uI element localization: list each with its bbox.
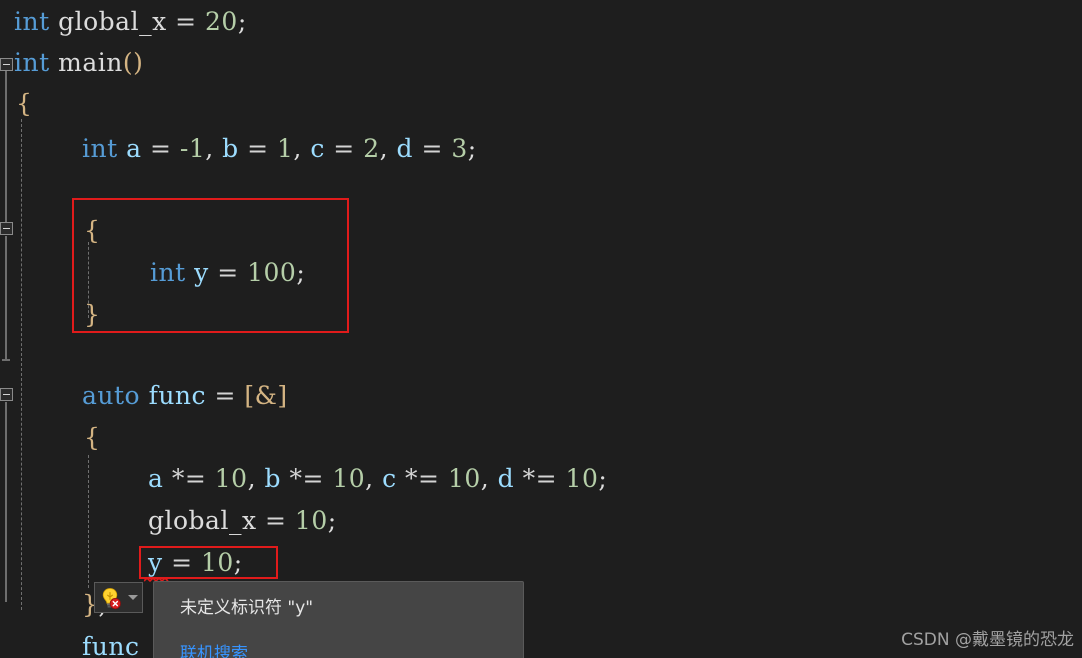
token-keyword: int	[150, 258, 186, 287]
token-lambda-capture: [&]	[244, 381, 288, 410]
tooltip-message: 未定义标识符 "y"	[180, 598, 314, 618]
token-number: 10	[565, 464, 599, 493]
token-number: 100	[247, 258, 297, 287]
token-operator: =	[265, 506, 287, 535]
code-line-8[interactable]: }	[84, 294, 100, 335]
token-var-d: d	[396, 134, 414, 163]
token-number: 10	[200, 548, 234, 577]
token-keyword: int	[14, 7, 50, 36]
token-keyword: int	[14, 48, 50, 77]
code-line-12[interactable]: a *= 10, b *= 10, c *= 10, d *= 10;	[148, 458, 607, 499]
token-keyword: int	[82, 134, 118, 163]
code-line-16[interactable]: func	[82, 626, 139, 658]
token-number: 10	[332, 464, 366, 493]
token-comma: ,	[205, 134, 214, 163]
token-operator: *=	[522, 464, 558, 493]
token-identifier: global_x	[58, 7, 167, 36]
token-var-d: d	[497, 464, 515, 493]
token-identifier-func: func	[148, 381, 207, 410]
lightbulb-error-icon	[98, 586, 122, 610]
token-operator: *=	[289, 464, 324, 493]
token-identifier-func: func	[82, 632, 140, 658]
code-line-3[interactable]: {	[16, 83, 32, 124]
token-number: 10	[214, 464, 248, 493]
token-operator: *=	[405, 464, 440, 493]
token-comma: ,	[365, 464, 374, 493]
token-number: 1	[277, 134, 294, 163]
token-open-brace: {	[84, 423, 101, 452]
token-var-b: b	[264, 464, 281, 493]
token-semicolon: ;	[237, 7, 247, 36]
token-operator: =	[421, 134, 443, 163]
token-number: 20	[205, 7, 238, 36]
token-comma: ,	[379, 134, 389, 163]
fold-rail-main	[5, 71, 7, 223]
indent-guide-level-2b	[88, 455, 89, 588]
code-line-6[interactable]: {	[84, 210, 100, 251]
diagnostic-tooltip: 未定义标识符 "y" 联机搜索	[153, 581, 524, 658]
token-var-b: b	[222, 134, 239, 163]
token-parens: ()	[122, 48, 144, 77]
code-line-10[interactable]: auto func = [&]	[82, 375, 288, 416]
token-operator: =	[175, 7, 197, 36]
code-line-1[interactable]: int global_x = 20;	[14, 1, 247, 42]
token-comma: ,	[293, 134, 302, 163]
token-open-brace: {	[16, 89, 33, 118]
token-close-brace: }	[84, 300, 101, 329]
fold-toggle-lambda[interactable]	[0, 388, 13, 401]
token-semicolon: ;	[327, 506, 337, 535]
fold-end-tick-block	[2, 359, 10, 361]
fold-rail-block	[5, 236, 7, 360]
token-operator: =	[149, 134, 172, 163]
tooltip-search-online-link[interactable]: 联机搜索	[180, 642, 503, 658]
code-line-13[interactable]: global_x = 10;	[148, 500, 337, 541]
token-function-name: main	[58, 48, 123, 77]
token-operator: =	[247, 134, 269, 163]
token-semicolon: ;	[296, 258, 306, 287]
code-line-11[interactable]: {	[84, 417, 100, 458]
token-number: -1	[179, 134, 206, 163]
token-comma: ,	[247, 464, 257, 493]
token-operator: =	[214, 381, 236, 410]
token-number: 10	[294, 506, 328, 535]
token-var-y-error: y	[148, 548, 163, 577]
token-var-c: c	[310, 134, 325, 163]
token-operator: =	[171, 548, 193, 577]
token-number: 3	[451, 134, 468, 163]
chevron-down-icon[interactable]	[128, 595, 138, 600]
fold-toggle-main[interactable]	[0, 58, 13, 71]
code-line-2[interactable]: int main()	[14, 42, 143, 83]
token-keyword-auto: auto	[82, 381, 141, 410]
token-var-a: a	[126, 134, 142, 163]
token-operator: =	[217, 258, 239, 287]
indent-guide-level-1	[21, 119, 22, 610]
fold-toggle-block[interactable]	[0, 222, 13, 235]
token-identifier-global-x: global_x	[148, 506, 257, 535]
token-var-c: c	[382, 464, 397, 493]
code-line-7[interactable]: int y = 100;	[150, 252, 305, 293]
token-operator: *=	[171, 464, 207, 493]
token-semicolon: ;	[233, 548, 243, 577]
csdn-watermark: CSDN @戴墨镜的恐龙	[901, 630, 1074, 650]
code-line-4[interactable]: int a = -1, b = 1, c = 2, d = 3;	[82, 128, 477, 169]
token-var-a: a	[148, 464, 164, 493]
token-number: 2	[363, 134, 380, 163]
token-open-brace: {	[84, 216, 101, 245]
token-number: 10	[447, 464, 481, 493]
token-var-y: y	[194, 258, 209, 287]
token-comma: ,	[480, 464, 490, 493]
token-semicolon: ;	[467, 134, 477, 163]
code-editor-surface[interactable]: int global_x = 20; int main() { int a = …	[0, 0, 1082, 658]
quick-actions-lightbulb-button[interactable]	[94, 582, 143, 613]
token-operator: =	[333, 134, 355, 163]
fold-rail-lambda	[5, 402, 7, 602]
token-semicolon: ;	[598, 464, 608, 493]
